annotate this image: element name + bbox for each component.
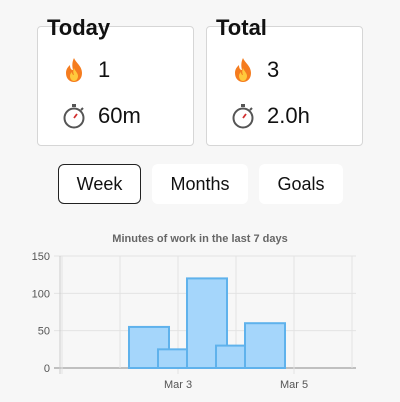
total-sessions-row: 3 (231, 57, 279, 83)
y-tick-label: 50 (38, 326, 50, 338)
chart-title: Minutes of work in the last 7 days (112, 233, 287, 245)
today-sessions-value: 1 (98, 57, 111, 82)
today-title: Today (47, 15, 111, 40)
total-card: Total 3 2.0h (206, 17, 363, 146)
x-tick-label: Mar 3 (164, 379, 192, 391)
stopwatch-icon (231, 103, 255, 129)
tab-months[interactable]: Months (152, 164, 248, 204)
total-sessions-value: 3 (267, 57, 280, 82)
weekly-minutes-chart: Minutes of work in the last 7 days 0 50 10… (0, 226, 400, 402)
chart-canvas: Minutes of work in the last 7 days 0 50 10… (32, 233, 356, 391)
total-title: Total (216, 15, 267, 40)
y-tick-label: 100 (32, 288, 50, 300)
today-time-row: 60m (62, 103, 141, 129)
x-tick-label: Mar 5 (280, 379, 308, 391)
chart-axes: 0 50 100 150 Mar 3 Mar 5 (32, 251, 308, 391)
today-card: Today 1 60m (37, 17, 194, 146)
total-time-value: 2.0h (267, 103, 310, 128)
y-tick-label: 0 (44, 363, 50, 375)
view-tabs: Week Months Goals (0, 164, 400, 204)
today-time-value: 60m (98, 103, 141, 128)
today-sessions-row: 1 (62, 57, 110, 83)
y-tick-label: 150 (32, 251, 50, 263)
fire-icon (231, 57, 255, 83)
chart-bar (244, 322, 286, 369)
tab-week[interactable]: Week (58, 164, 141, 204)
tab-goals[interactable]: Goals (259, 164, 343, 204)
total-time-row: 2.0h (231, 103, 310, 129)
chart-bars (128, 277, 286, 370)
stopwatch-icon (62, 103, 86, 129)
fire-icon (62, 57, 86, 83)
stats-panel: Today 1 60m Total 3 2.0h (0, 12, 400, 146)
